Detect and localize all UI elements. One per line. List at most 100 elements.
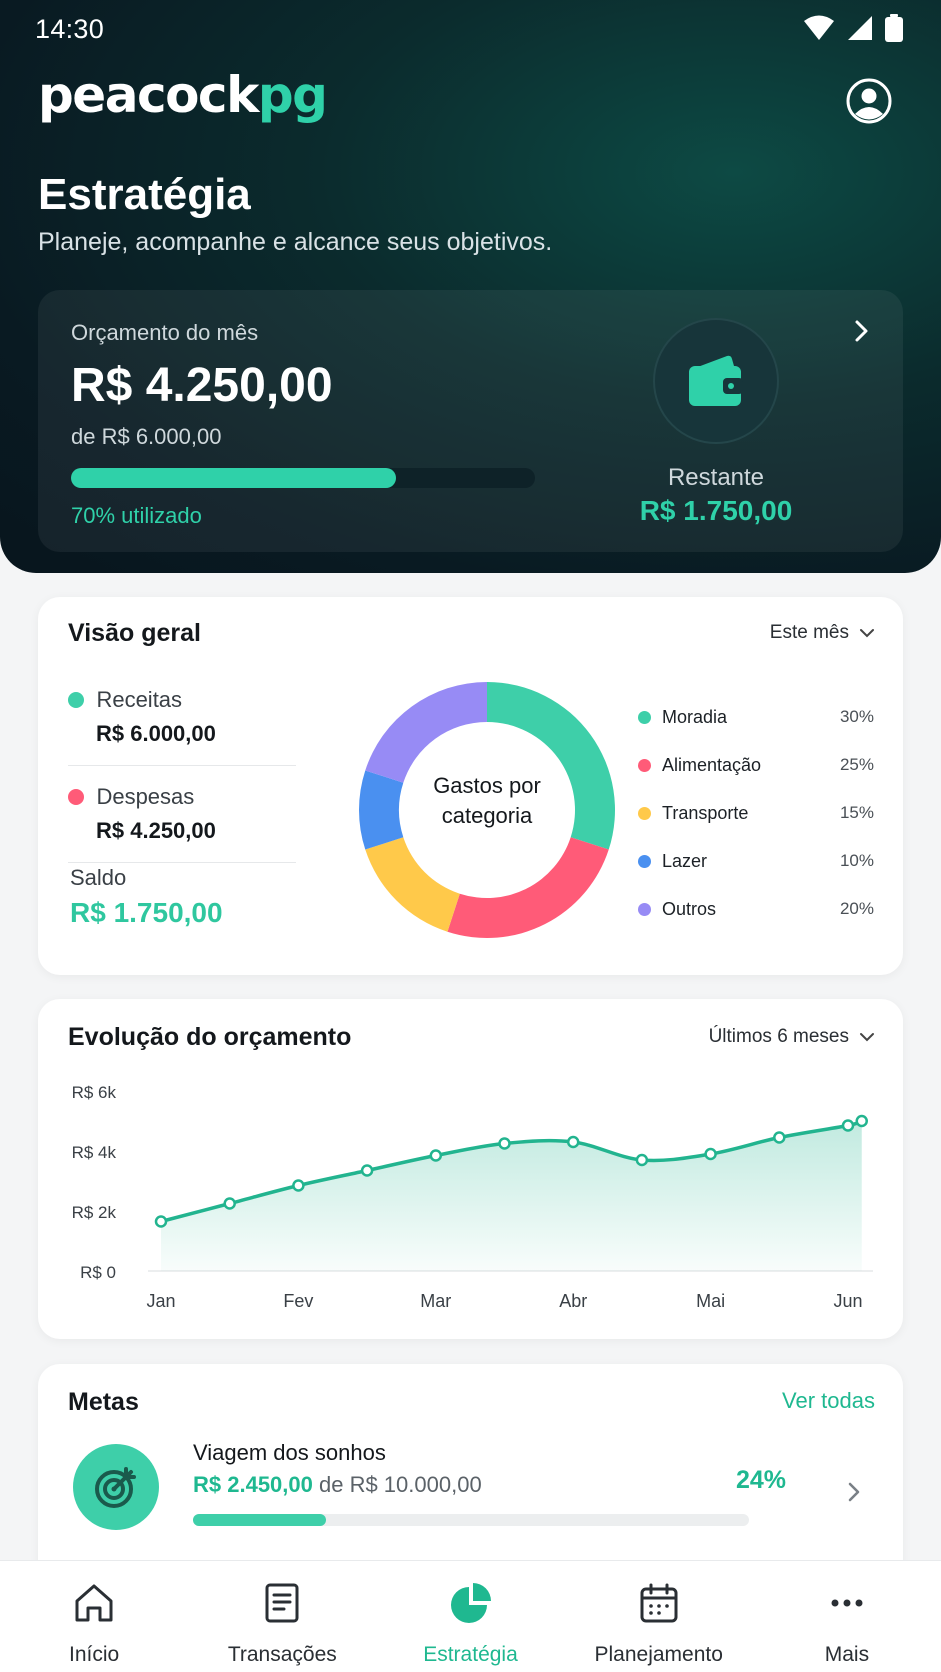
- income-dot: [68, 692, 84, 708]
- data-point: [429, 1149, 443, 1162]
- pie-chart-icon: [450, 1583, 491, 1623]
- remaining-value: R$ 1.750,00: [639, 495, 793, 526]
- nav-item-transacoes[interactable]: Transações: [188, 1561, 376, 1672]
- data-point: [498, 1137, 511, 1150]
- chevron-right-icon[interactable]: [850, 316, 874, 346]
- data-point: [223, 1197, 236, 1210]
- nav-item-inicio[interactable]: Início: [0, 1561, 188, 1672]
- legend-dot: [638, 710, 651, 724]
- income-summary: Receitas R$ 6.000,00: [68, 687, 216, 747]
- budget-evolution-card: Evolução do orçamento Últimos 6 meses R$…: [38, 999, 903, 1339]
- legend-percentage: 10%: [839, 851, 874, 870]
- data-point: [566, 1135, 580, 1149]
- legend-item: Moradia 30%: [638, 693, 874, 741]
- legend-percentage: 25%: [839, 755, 874, 774]
- goal-name: Viagem dos sonhos: [193, 1440, 386, 1465]
- nav-item-estrategia[interactable]: Estratégia: [376, 1561, 564, 1672]
- profile-icon[interactable]: [846, 78, 892, 124]
- monthly-budget-card[interactable]: Orçamento do mês R$ 4.250,00 de R$ 6.000…: [38, 290, 903, 552]
- more-icon: [831, 1599, 863, 1607]
- budget-total: de R$ 6.000,00: [71, 424, 222, 449]
- x-tick-label: Mai: [696, 1291, 725, 1311]
- income-value: R$ 6.000,00: [96, 721, 216, 746]
- donut-slice: [365, 682, 487, 783]
- donut-center-line-2: categoria: [441, 803, 533, 828]
- legend-percentage: 20%: [839, 899, 874, 918]
- legend-dot: [638, 806, 651, 820]
- brand-part-1: peacock: [38, 66, 259, 124]
- legend-label: Transporte: [662, 802, 749, 823]
- x-tick-label: Mar: [420, 1291, 451, 1311]
- signal-icon: [848, 16, 872, 40]
- overview-title: Visão geral: [68, 619, 201, 647]
- nav-label: Transações: [227, 1643, 337, 1666]
- donut-slice: [447, 837, 609, 938]
- expense-label: Despesas: [96, 784, 195, 809]
- overview-card: Visão geral Este mês Receitas R$ 6.000,0…: [38, 597, 903, 975]
- see-all-goals-link[interactable]: Ver todas: [782, 1388, 875, 1414]
- data-point: [704, 1147, 717, 1161]
- battery-icon: [885, 14, 903, 42]
- status-bar: 14:30: [0, 0, 941, 58]
- y-tick-label: R$ 0: [80, 1263, 116, 1282]
- remaining-label: Restante: [667, 464, 765, 491]
- wallet-icon: [689, 355, 743, 406]
- nav-label: Início: [69, 1643, 120, 1666]
- bottom-navigation: Início Transações Estratégia Planejament…: [0, 1560, 941, 1672]
- wifi-icon: [804, 15, 834, 40]
- target-icon: [95, 1467, 136, 1508]
- legend-item: Transporte 15%: [638, 789, 874, 837]
- wallet-badge: [653, 318, 779, 444]
- budget-evolution-chart: R$ 0 R$ 2k R$ 4k R$ 6k Jan Fev Mar Abr Mai Jun: [72, 1083, 873, 1311]
- legend-label: Outros: [662, 898, 717, 919]
- budget-label: Orçamento do mês: [71, 320, 259, 345]
- y-tick-label: R$ 6k: [72, 1083, 117, 1102]
- x-tick-label: Fev: [283, 1291, 313, 1311]
- legend-item: Alimentação 25%: [638, 741, 874, 789]
- data-point: [292, 1179, 305, 1192]
- overview-period-label: Este mês: [769, 622, 849, 643]
- page-subtitle: Planeje, acompanhe e alcance seus objeti…: [38, 228, 553, 256]
- budget-progress-bar: [71, 468, 535, 488]
- nav-item-planejamento[interactable]: Planejamento: [565, 1561, 753, 1672]
- goal-current-amount: R$ 2.450,00: [193, 1472, 313, 1497]
- balance-value: R$ 1.750,00: [70, 897, 223, 928]
- goal-progress-bar: [193, 1514, 749, 1526]
- data-point: [360, 1164, 374, 1177]
- overview-period-dropdown[interactable]: Este mês: [770, 622, 875, 644]
- donut-center-line-1: Gastos por: [433, 773, 541, 798]
- data-point: [855, 1114, 868, 1128]
- y-tick-label: R$ 2k: [72, 1203, 117, 1222]
- home-icon: [75, 1584, 113, 1622]
- brand-logo: peacockpg: [38, 66, 328, 124]
- nav-label: Planejamento: [594, 1643, 723, 1666]
- brand-part-2: pg: [257, 66, 328, 124]
- budget-used-label: 70% utilizado: [71, 503, 202, 528]
- expense-value: R$ 4.250,00: [96, 818, 216, 843]
- goal-progress-fill: [193, 1514, 327, 1526]
- legend-dot: [638, 902, 651, 916]
- expense-summary: Despesas R$ 4.250,00: [68, 784, 216, 844]
- status-time: 14:30: [35, 14, 105, 44]
- goals-title: Metas: [68, 1388, 139, 1416]
- status-icons: [803, 14, 903, 42]
- legend-dot: [638, 854, 651, 868]
- chevron-down-icon: [860, 629, 874, 638]
- y-tick-label: R$ 4k: [72, 1143, 117, 1162]
- goal-amounts: R$ 2.450,00 de R$ 10.000,00: [193, 1472, 482, 1498]
- data-point: [154, 1215, 168, 1228]
- nav-label: Estratégia: [423, 1643, 518, 1666]
- nav-item-mais[interactable]: Mais: [753, 1561, 941, 1672]
- chevron-right-icon[interactable]: [844, 1478, 864, 1506]
- goal-percentage: 24%: [736, 1466, 787, 1494]
- legend-label: Moradia: [662, 706, 728, 727]
- x-tick-label: Jun: [833, 1291, 862, 1311]
- balance-label: Saldo: [70, 865, 127, 890]
- budget-amount: R$ 4.250,00: [71, 359, 333, 412]
- page-title: Estratégia: [38, 170, 251, 219]
- legend-item: Lazer 10%: [638, 837, 874, 885]
- data-point: [773, 1131, 786, 1144]
- goal-icon-badge: [73, 1444, 159, 1530]
- budget-progress-fill: [71, 468, 396, 488]
- income-label: Receitas: [96, 687, 183, 712]
